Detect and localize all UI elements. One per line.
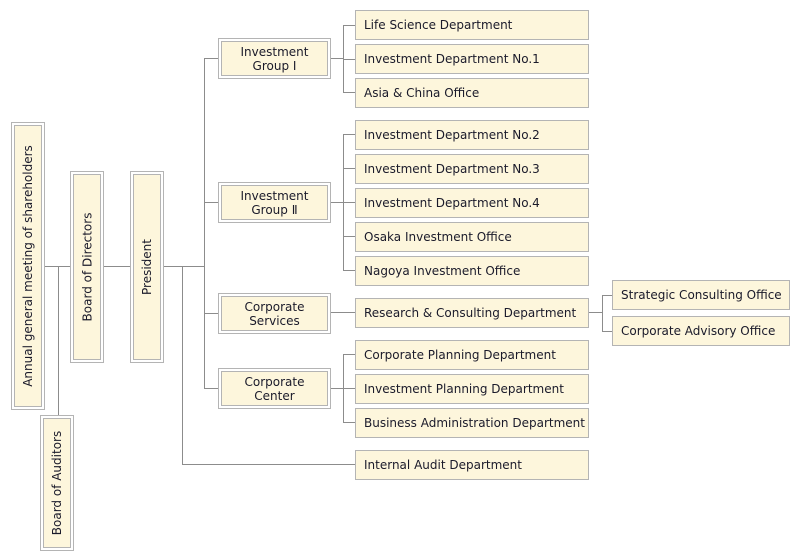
department-box: Investment Department No.1	[355, 44, 589, 74]
group-label: Investment	[240, 188, 309, 203]
board-of-directors-label: Board of Directors	[80, 212, 95, 322]
department-box: Business Administration Department	[355, 408, 589, 438]
board-of-auditors-box: Board of Auditors	[40, 415, 74, 551]
president-box: President	[130, 171, 164, 363]
office-box: Strategic Consulting Office	[612, 280, 790, 310]
shareholders-meeting-box: Annual general meeting of shareholders	[11, 122, 45, 410]
department-box: Osaka Investment Office	[355, 222, 589, 252]
group-corporate-center: Corporate Center	[218, 368, 331, 409]
department-box: Investment Department No.2	[355, 120, 589, 150]
department-box: Asia & China Office	[355, 78, 589, 108]
group-label: Services	[249, 313, 300, 328]
board-of-auditors-label: Board of Auditors	[50, 430, 64, 536]
department-box: Nagoya Investment Office	[355, 256, 589, 286]
group-investment-1: Investment Group Ⅰ	[218, 38, 331, 79]
department-box: Investment Planning Department	[355, 374, 589, 404]
group-label: Corporate	[244, 299, 305, 314]
group-corporate-services: Corporate Services	[218, 293, 331, 334]
group-label: Investment	[240, 44, 309, 59]
office-box: Corporate Advisory Office	[612, 316, 790, 346]
group-label: Group Ⅰ	[252, 58, 297, 73]
shareholders-label: Annual general meeting of shareholders	[21, 145, 35, 387]
department-box: Investment Department No.4	[355, 188, 589, 218]
department-box: Research & Consulting Department	[355, 298, 589, 328]
group-label: Group Ⅱ	[251, 202, 298, 217]
department-box: Life Science Department	[355, 10, 589, 40]
department-box: Corporate Planning Department	[355, 340, 589, 370]
president-label: President	[140, 239, 155, 295]
group-investment-2: Investment Group Ⅱ	[218, 182, 331, 223]
group-label: Corporate	[244, 374, 305, 389]
group-label: Center	[254, 388, 295, 403]
department-box: Internal Audit Department	[355, 450, 589, 480]
board-of-directors-box: Board of Directors	[70, 171, 104, 363]
department-box: Investment Department No.3	[355, 154, 589, 184]
